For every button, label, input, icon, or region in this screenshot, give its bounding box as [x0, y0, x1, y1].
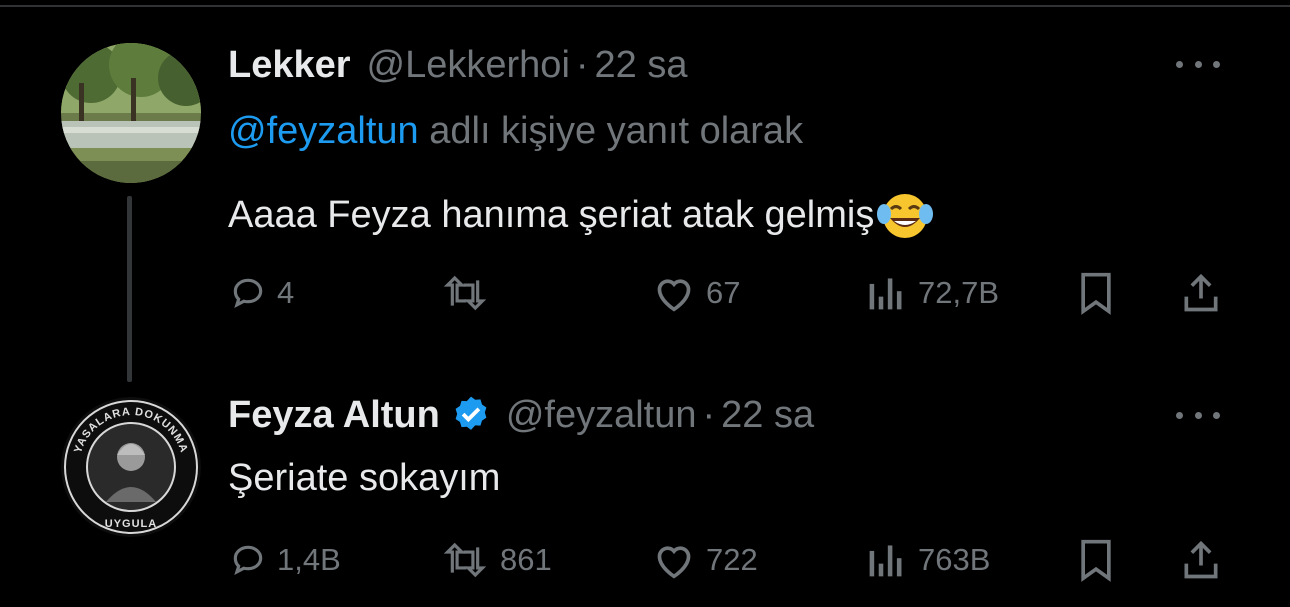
views-button[interactable]: 72,7B: [864, 268, 999, 318]
tweet-reply[interactable]: Lekker @Lekkerhoi · 22 sa @feyzaltun adl…: [0, 0, 1290, 340]
views-button[interactable]: 763B: [864, 535, 990, 585]
analytics-icon: [869, 545, 902, 577]
author-name[interactable]: Lekker: [228, 44, 351, 87]
reply-button[interactable]: 1,4B: [229, 535, 341, 585]
view-count: 72,7B: [918, 275, 1000, 310]
like-button[interactable]: 67: [652, 268, 740, 318]
view-count: 763B: [918, 542, 991, 577]
reply-count: 1,4B: [277, 542, 341, 577]
tweet-actions: 1,4B 861 722 763B: [0, 535, 1290, 585]
tweet-text-content: Aaaa Feyza hanıma şeriat atak gelmiş: [228, 193, 875, 236]
bookmark-icon: [1081, 539, 1111, 582]
analytics-icon: [869, 278, 902, 310]
face-with-tears-of-joy-icon: [877, 194, 934, 238]
tweet-header: Lekker @Lekkerhoi · 22 sa: [228, 40, 688, 90]
park-canal-photo-icon: [61, 43, 201, 183]
author-handle[interactable]: @Lekkerhoi: [367, 44, 570, 87]
profile-badge-photo-icon: YASALARA DOKUNMA UYGULA: [61, 397, 201, 537]
thread-connector: [127, 196, 132, 382]
timestamp[interactable]: 22 sa: [721, 394, 814, 437]
author-name[interactable]: Feyza Altun: [228, 394, 440, 437]
share-icon: [1184, 540, 1218, 579]
retweet-button[interactable]: 861: [440, 535, 552, 585]
retweet-count: 861: [500, 542, 552, 577]
retweet-icon: [443, 275, 487, 311]
tweet-text: Aaaa Feyza hanıma şeriat atak gelmiş: [228, 190, 934, 240]
bookmark-icon: [1081, 272, 1111, 315]
tweet-header: Feyza Altun @feyzaltun · 22 sa: [228, 390, 814, 440]
like-count: 67: [706, 275, 741, 310]
like-button[interactable]: 722: [652, 535, 758, 585]
tweet-original[interactable]: YASALARA DOKUNMA UYGULA Feyza Altun @fey…: [0, 380, 1290, 607]
badge-ring-bottom-text: UYGULA: [105, 518, 157, 530]
share-icon: [1184, 273, 1218, 312]
more-options-icon[interactable]: [1176, 54, 1220, 74]
retweet-icon: [443, 542, 487, 578]
like-count: 722: [706, 542, 758, 577]
share-button[interactable]: [1180, 535, 1222, 585]
heart-icon: [657, 279, 691, 312]
tweet-text: Şeriate sokayım: [228, 457, 500, 500]
bookmark-button[interactable]: [1076, 268, 1116, 318]
tweet-actions: 4 67 72,7B: [0, 268, 1290, 318]
timestamp[interactable]: 22 sa: [595, 44, 688, 87]
reply-context: @feyzaltun adlı kişiye yanıt olarak: [228, 110, 803, 153]
bookmark-button[interactable]: [1076, 535, 1116, 585]
reply-icon: [233, 545, 263, 576]
retweet-button[interactable]: [440, 268, 500, 318]
share-button[interactable]: [1180, 268, 1222, 318]
author-handle[interactable]: @feyzaltun: [506, 394, 697, 437]
more-options-icon[interactable]: [1176, 405, 1220, 425]
reply-context-text: adlı kişiye yanıt olarak: [418, 110, 804, 152]
reply-mention-link[interactable]: @feyzaltun: [228, 110, 419, 152]
reply-button[interactable]: 4: [229, 268, 294, 318]
verified-badge-icon: [450, 394, 492, 436]
separator: ·: [702, 393, 716, 436]
tweet-text-content: Şeriate sokayım: [228, 457, 501, 499]
reply-icon: [233, 278, 263, 309]
heart-icon: [657, 546, 691, 579]
avatar[interactable]: [61, 43, 201, 183]
separator: ·: [575, 43, 589, 86]
avatar[interactable]: YASALARA DOKUNMA UYGULA: [61, 397, 201, 537]
reply-count: 4: [277, 275, 295, 310]
